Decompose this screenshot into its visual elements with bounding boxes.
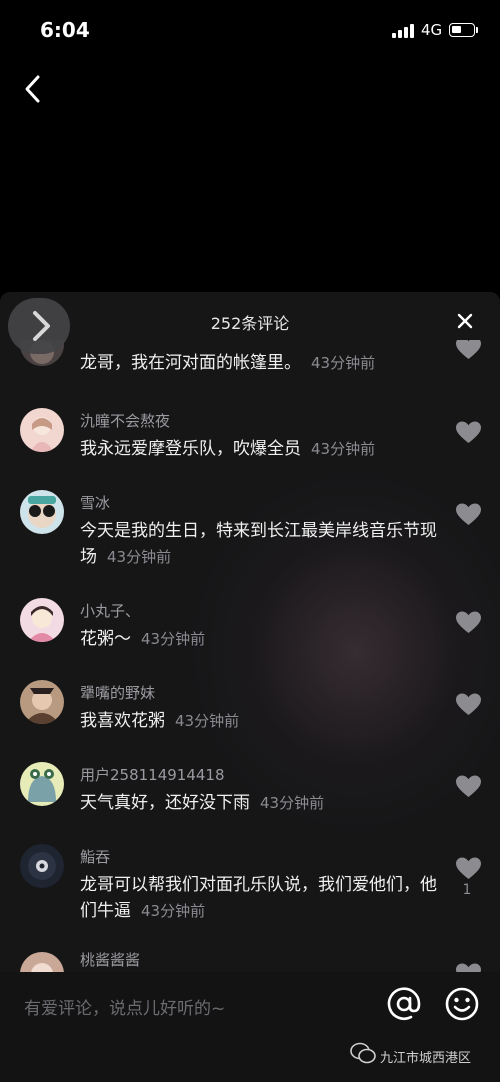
wechat-logo-icon [350,1042,376,1064]
comment-body: 龙哥，我在河对面的帐篷里。 [80,353,301,373]
heart-icon[interactable] [455,340,482,361]
comment-username[interactable]: 用户258114914418 [80,764,225,785]
comment-text: 龙哥，我在河对面的帐篷里。 43分钟前 [80,350,440,376]
avatar[interactable] [20,408,64,452]
comment-text: 我永远爱摩登乐队，吹爆全员 43分钟前 [80,436,440,462]
comment-username[interactable]: 雪冰 [80,492,110,513]
comment-body: 我喜欢花粥 [80,711,165,731]
comment-body: 天气真好，还好没下雨 [80,793,250,813]
status-time: 6:04 [40,18,90,42]
comment-time: 43分钟前 [311,354,376,372]
comment-text: 花粥～ 43分钟前 [80,626,440,652]
avatar[interactable] [20,762,64,806]
comment-count-title: 252条评论 [210,314,290,333]
avatar[interactable] [20,844,64,888]
expand-arrow-icon[interactable] [8,298,70,354]
comment-username[interactable]: 犟嘴的野妹 [80,682,155,703]
heart-icon[interactable] [455,856,482,881]
comment-text: 今天是我的生日，特来到长江最美岸线音乐节现场 43分钟前 [80,518,440,570]
comment-username[interactable]: 小丸子、 [80,600,140,621]
avatar[interactable] [20,680,64,724]
comment-text: 天气真好，还好没下雨 43分钟前 [80,790,440,816]
avatar[interactable] [20,952,64,972]
network-type: 4G [421,21,443,39]
battery-tip [476,27,478,33]
at-sign-icon[interactable] [386,986,422,1022]
comment-body: 花粥～ [80,629,131,649]
comment-text: 龙哥可以帮我们对面孔乐队说，我们爱他们，他们牛逼 43分钟前 [80,872,440,924]
comment-body: 我永远爱摩登乐队，吹爆全员 [80,439,301,459]
comment-time: 43分钟前 [175,712,240,730]
comment-time: 43分钟前 [141,630,206,648]
heart-icon[interactable] [455,962,482,972]
watermark-text: 九江市城西港区 [380,1051,472,1066]
like-count: 1 [462,882,472,898]
comment-time: 43分钟前 [141,902,206,920]
avatar[interactable] [20,490,64,534]
heart-icon[interactable] [455,420,482,445]
smiley-icon[interactable] [444,986,480,1022]
comment-username[interactable]: 氿瞳不会熬夜 [80,410,170,431]
comment-username[interactable]: 鮨吞 [80,846,110,867]
back-arrow-icon[interactable] [18,72,48,106]
comment-input[interactable]: 有爱评论，说点儿好听的~ [24,994,225,1019]
comment-body: 龙哥可以帮我们对面孔乐队说，我们爱他们，他们牛逼 [80,875,437,921]
comment-text: 我喜欢花粥 43分钟前 [80,708,440,734]
comment-time: 43分钟前 [311,440,376,458]
signal-icon [392,24,416,38]
status-bar: 6:04 4G [0,0,500,60]
heart-icon[interactable] [455,774,482,799]
avatar[interactable] [20,598,64,642]
heart-icon[interactable] [455,610,482,635]
comment-time: 43分钟前 [260,794,325,812]
close-icon[interactable] [452,308,478,334]
comment-username[interactable]: 桃酱酱酱 [80,949,140,970]
battery-icon [449,23,475,37]
heart-icon[interactable] [455,692,482,717]
heart-icon[interactable] [455,502,482,527]
comment-list[interactable]: 龙哥，我在河对面的帐篷里。 43分钟前 氿瞳不会熬夜 我永远爱摩登乐队，吹爆全员 4… [0,340,500,972]
comment-time: 43分钟前 [107,548,172,566]
